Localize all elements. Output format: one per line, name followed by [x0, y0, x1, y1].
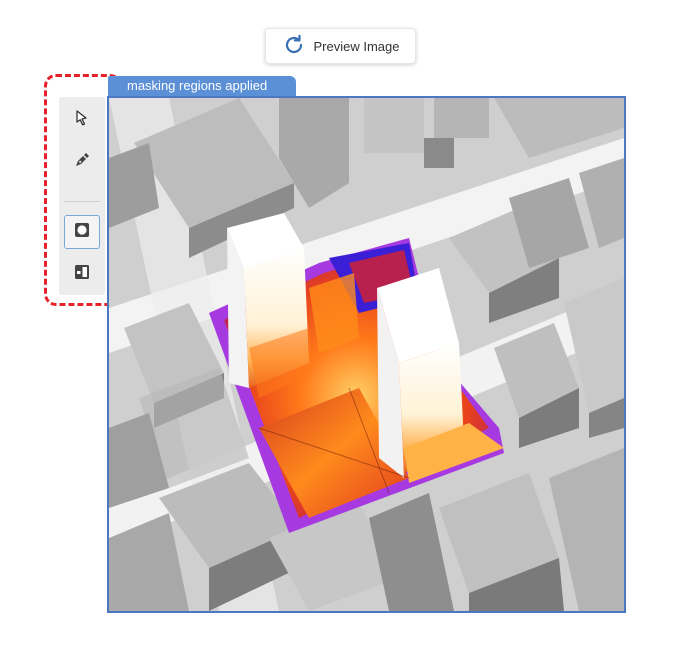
compare-tool-button[interactable] [64, 257, 100, 291]
preview-image-label: Preview Image [313, 38, 400, 54]
refresh-icon [282, 33, 306, 60]
mask-region-tool-button[interactable] [64, 215, 100, 249]
rendered-image[interactable] [107, 96, 626, 613]
mask-square-icon [73, 221, 91, 244]
tool-palette [59, 97, 105, 295]
toolbar-divider [64, 201, 100, 202]
pointer-arrow-icon [73, 109, 91, 132]
image-panel-label: masking regions applied [108, 76, 296, 96]
preview-image-button[interactable]: Preview Image [265, 28, 416, 64]
split-view-icon [73, 263, 91, 286]
pen-icon [73, 151, 91, 174]
pen-tool-button[interactable] [64, 145, 100, 179]
select-tool-button[interactable] [64, 103, 100, 137]
